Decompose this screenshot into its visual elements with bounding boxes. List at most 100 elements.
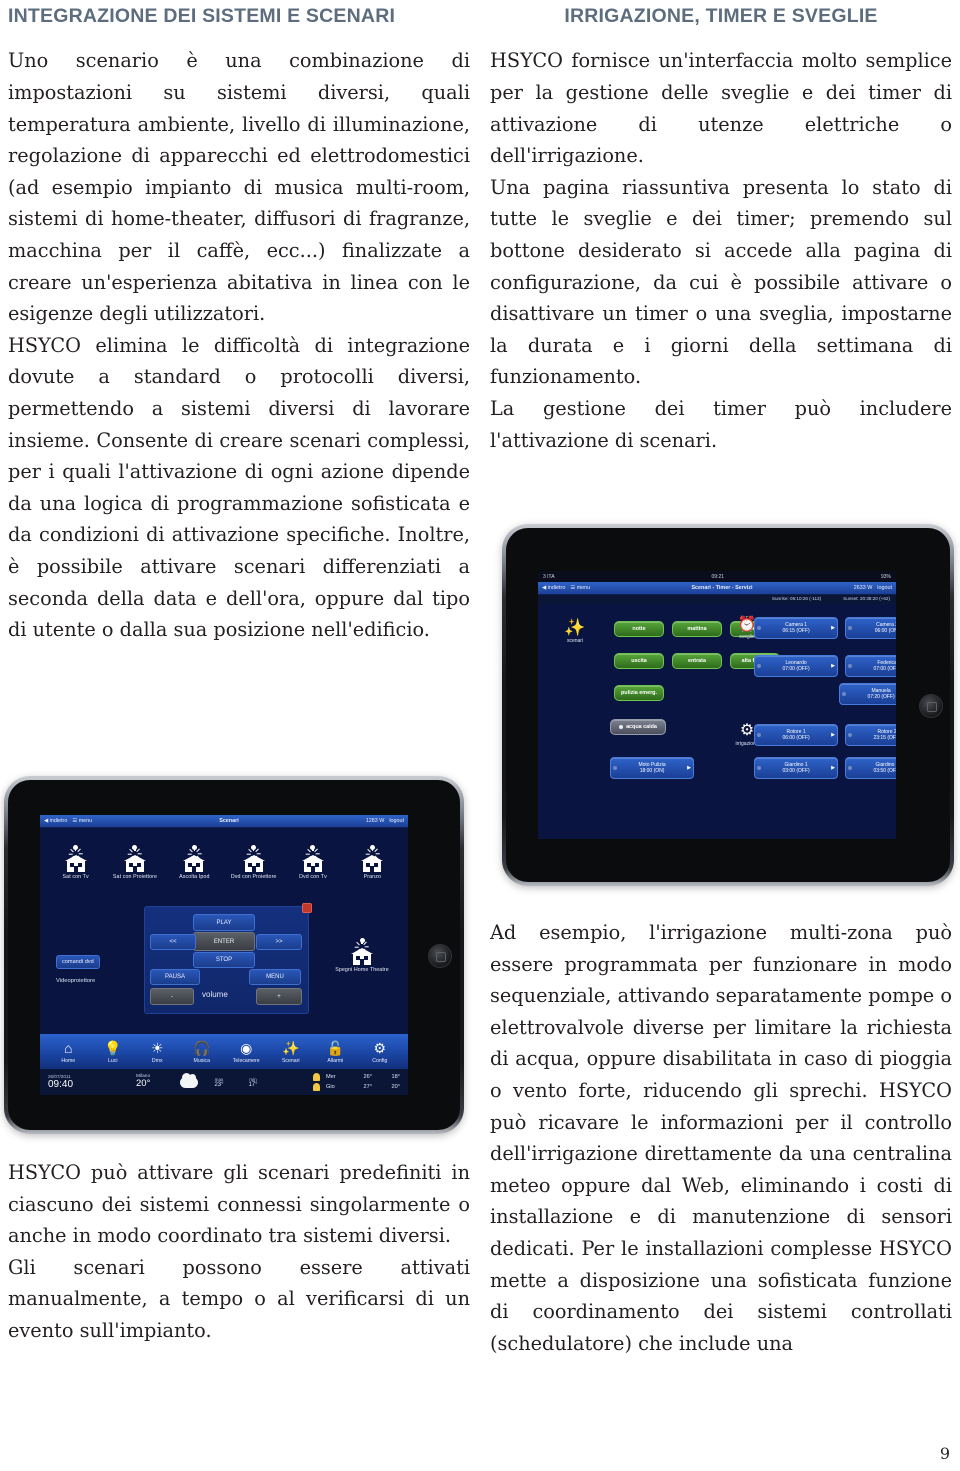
forecast-min: 20°	[391, 1084, 400, 1090]
right-paragraph-3: La gestione dei timer può includere l'at…	[490, 396, 952, 452]
nav-item-luci[interactable]: 💡 Luci	[91, 1040, 136, 1064]
status-strip: 26/07/2011 09:40 Milano 20° max 23° min	[40, 1069, 408, 1095]
nav-item-allarmi[interactable]: 🔓 Allarmi	[313, 1040, 358, 1064]
forecast-block: Mer 26° 18° Gio 27° 20°	[313, 1073, 400, 1091]
nav-item-config[interactable]: ⚙ Config	[358, 1040, 403, 1064]
menu-button[interactable]: ☰ menu	[72, 818, 92, 824]
scenario-row-4: acqua calda	[610, 719, 666, 736]
tablet-device-timer: 3 ITA 09:21 93% ◀ indietro ☰ menu Scenar…	[502, 524, 954, 886]
chevron-right-icon: ▶	[831, 663, 835, 669]
topbar-title: Scenari	[219, 818, 239, 824]
close-icon[interactable]	[302, 903, 312, 913]
scene-item-ascolta-ipod[interactable]: Ascolta Ipod	[165, 840, 224, 880]
alarm-button-manuela[interactable]: Manuela07:20 (OFF) ▶	[839, 683, 896, 705]
forecast-max: 27°	[363, 1084, 372, 1090]
lightbulb-icon: 💡	[104, 1040, 122, 1056]
scenario-button-uscita[interactable]: uscita	[614, 653, 664, 670]
topbar-title: Scenari - Timer - Servizi	[691, 585, 753, 591]
remote-prev-button[interactable]: <<	[150, 934, 196, 950]
left-lower-paragraph-2: Gli scenari possono essere attivati manu…	[8, 1255, 470, 1342]
scenario-button-notte[interactable]: notte	[614, 621, 664, 638]
irrigation-button-rotore-2[interactable]: Rotore 223:15 (OFF) ▶	[845, 724, 896, 746]
back-button[interactable]: ◀ indietro	[44, 818, 67, 824]
right-paragraph-2: Una pagina riassuntiva presenta lo stato…	[490, 175, 952, 389]
left-paragraph-2: HSYCO elimina le difficoltà di integrazi…	[8, 333, 470, 642]
timer-button-moto-pulizia[interactable]: Moto Pulizia 18:00 (ON) ▶	[610, 757, 694, 779]
left-lower-paragraph-1: HSYCO può attivare gli scenari predefini…	[8, 1161, 470, 1248]
left-column-lower: HSYCO può attivare gli scenari predefini…	[8, 1157, 470, 1347]
irrigation-button-giardino-1[interactable]: Giardino 1 03:00 (OFF) ▶	[754, 757, 838, 779]
forecast-row: Gio 27° 20°	[313, 1083, 400, 1091]
scene-item-dvd-con-tv[interactable]: Dvd con Tv	[283, 840, 342, 880]
alarm-button-camera-1[interactable]: Camera 1 06:15 (OFF) ▶	[754, 617, 838, 639]
nav-item-home[interactable]: ⌂ Home	[46, 1040, 91, 1064]
temperature-label: 20°	[136, 1078, 151, 1090]
right-paragraph-1: HSYCO fornisce un'interfaccia molto semp…	[490, 49, 952, 168]
scene-item-dvd-con-proiettore[interactable]: Dvd con Proiettore	[224, 840, 283, 880]
remote-stop-button[interactable]: STOP	[193, 952, 255, 968]
remote-volume-down-button[interactable]: -	[150, 988, 194, 1005]
sunburst-icon	[187, 840, 202, 861]
group-scenari-label: scenari	[566, 638, 584, 644]
house-icon	[242, 855, 265, 872]
headphones-icon: 🎧	[193, 1040, 211, 1056]
clock-label: 09:21	[711, 573, 725, 580]
tablet-bezel-timer: 3 ITA 09:21 93% ◀ indietro ☰ menu Scenar…	[506, 528, 950, 882]
spegni-label: Spegni Home Theatre	[335, 967, 389, 973]
nav-item-musica[interactable]: 🎧 Musica	[180, 1040, 225, 1064]
logout-button[interactable]: logout	[877, 585, 892, 591]
remote-pausa-button[interactable]: PAUSA	[150, 969, 200, 985]
nav-item-dmx[interactable]: ☀ Dmx	[135, 1040, 180, 1064]
irrigation-row-1: Rotore 106:00 (OFF) ▶ Rotore 223:15 (OFF…	[754, 724, 896, 746]
back-button[interactable]: ◀ indietro	[542, 585, 565, 591]
tablet-home-button[interactable]	[919, 694, 943, 718]
house-icon	[183, 855, 206, 872]
sunrise-label: Sunrise: 06:10:26 (-113)	[771, 596, 822, 601]
house-icon	[123, 855, 146, 872]
min-value: 17°	[248, 1081, 258, 1088]
tablet-home-button[interactable]	[428, 944, 452, 968]
scenario-button-pulizia-emerg[interactable]: pulizia emerg.	[614, 685, 664, 702]
scene-item-sat-con-proiettore[interactable]: Sat con Proiettore	[105, 840, 164, 880]
app-top-bar-timer: ◀ indietro ☰ menu Scenari - Timer - Serv…	[538, 582, 896, 595]
alarm-row-1: Camera 106:15 (OFF) ▶ Camera 206:00 (ON)…	[754, 617, 896, 639]
remote-play-button[interactable]: PLAY	[193, 914, 255, 931]
remote-enter-button[interactable]: ENTER	[193, 932, 255, 951]
scene-item-sat-con-tv[interactable]: Sat con Tv	[46, 840, 105, 880]
remote-next-button[interactable]: >>	[256, 934, 302, 950]
forecast-day: Mer	[326, 1074, 336, 1080]
scene-label: Ascolta Ipod	[179, 874, 210, 880]
logout-button[interactable]: logout	[389, 818, 404, 824]
scene-label: Pranzo	[363, 874, 381, 880]
house-icon	[301, 855, 324, 872]
house-icon	[64, 855, 87, 872]
forecast-row: Mer 26° 18°	[313, 1073, 400, 1081]
alarm-button-federica[interactable]: Federica07:00 (OFF) ▶	[845, 655, 896, 677]
scenario-button-mattina[interactable]: mattina	[672, 621, 722, 638]
irrigation-button-rotore-1[interactable]: Rotore 1 06:00 (OFF) ▶	[754, 724, 838, 746]
menu-button[interactable]: ☰ menu	[570, 585, 590, 591]
chevron-right-icon: ▶	[831, 732, 835, 738]
dmx-icon: ☀	[150, 1040, 164, 1056]
alarm-button-camera-2[interactable]: Camera 206:00 (ON) ▶	[845, 617, 896, 639]
alarm-button-leonardo[interactable]: Leonardo 07:00 (OFF) ▶	[754, 655, 838, 677]
remote-menu-button[interactable]: MENU	[249, 969, 301, 985]
nav-item-scenari[interactable]: ✨ Scenari	[269, 1040, 314, 1064]
scene-label: Sat con Proiettore	[112, 874, 158, 880]
timer-row-left: Moto Pulizia 18:00 (ON) ▶	[610, 757, 694, 779]
tablet-screen-timer: 3 ITA 09:21 93% ◀ indietro ☰ menu Scenar…	[538, 571, 896, 839]
scenario-button-entrata[interactable]: entrata	[672, 653, 722, 670]
sunburst-icon	[305, 840, 320, 861]
nav-item-telecamere[interactable]: ◉ Telecamere	[224, 1040, 269, 1064]
spegni-home-theatre-button[interactable]: Spegni Home Theatre	[325, 933, 399, 973]
power-readout: 1283 W	[365, 818, 385, 824]
sun-info-bar: Sunrise: 06:10:26 (-113) Sunset: 20:38:2…	[538, 595, 896, 604]
scenario-toggle-acqua-calda[interactable]: acqua calda	[610, 719, 666, 736]
city-temp-block: Milano 20°	[136, 1074, 176, 1090]
remote-volume-up-button[interactable]: +	[256, 988, 302, 1005]
irrigation-button-giardino-2[interactable]: Giardino 203:50 (OFF) ▶	[845, 757, 896, 779]
scene-item-pranzo[interactable]: Pranzo	[343, 840, 402, 880]
topbar-right-group: 1283 W logout	[366, 818, 404, 824]
scene-grid: Sat con Tv Sat con Proiettore Ascolta Ip…	[40, 828, 408, 884]
comandi-dvd-tag[interactable]: comandi dvd	[56, 955, 100, 969]
